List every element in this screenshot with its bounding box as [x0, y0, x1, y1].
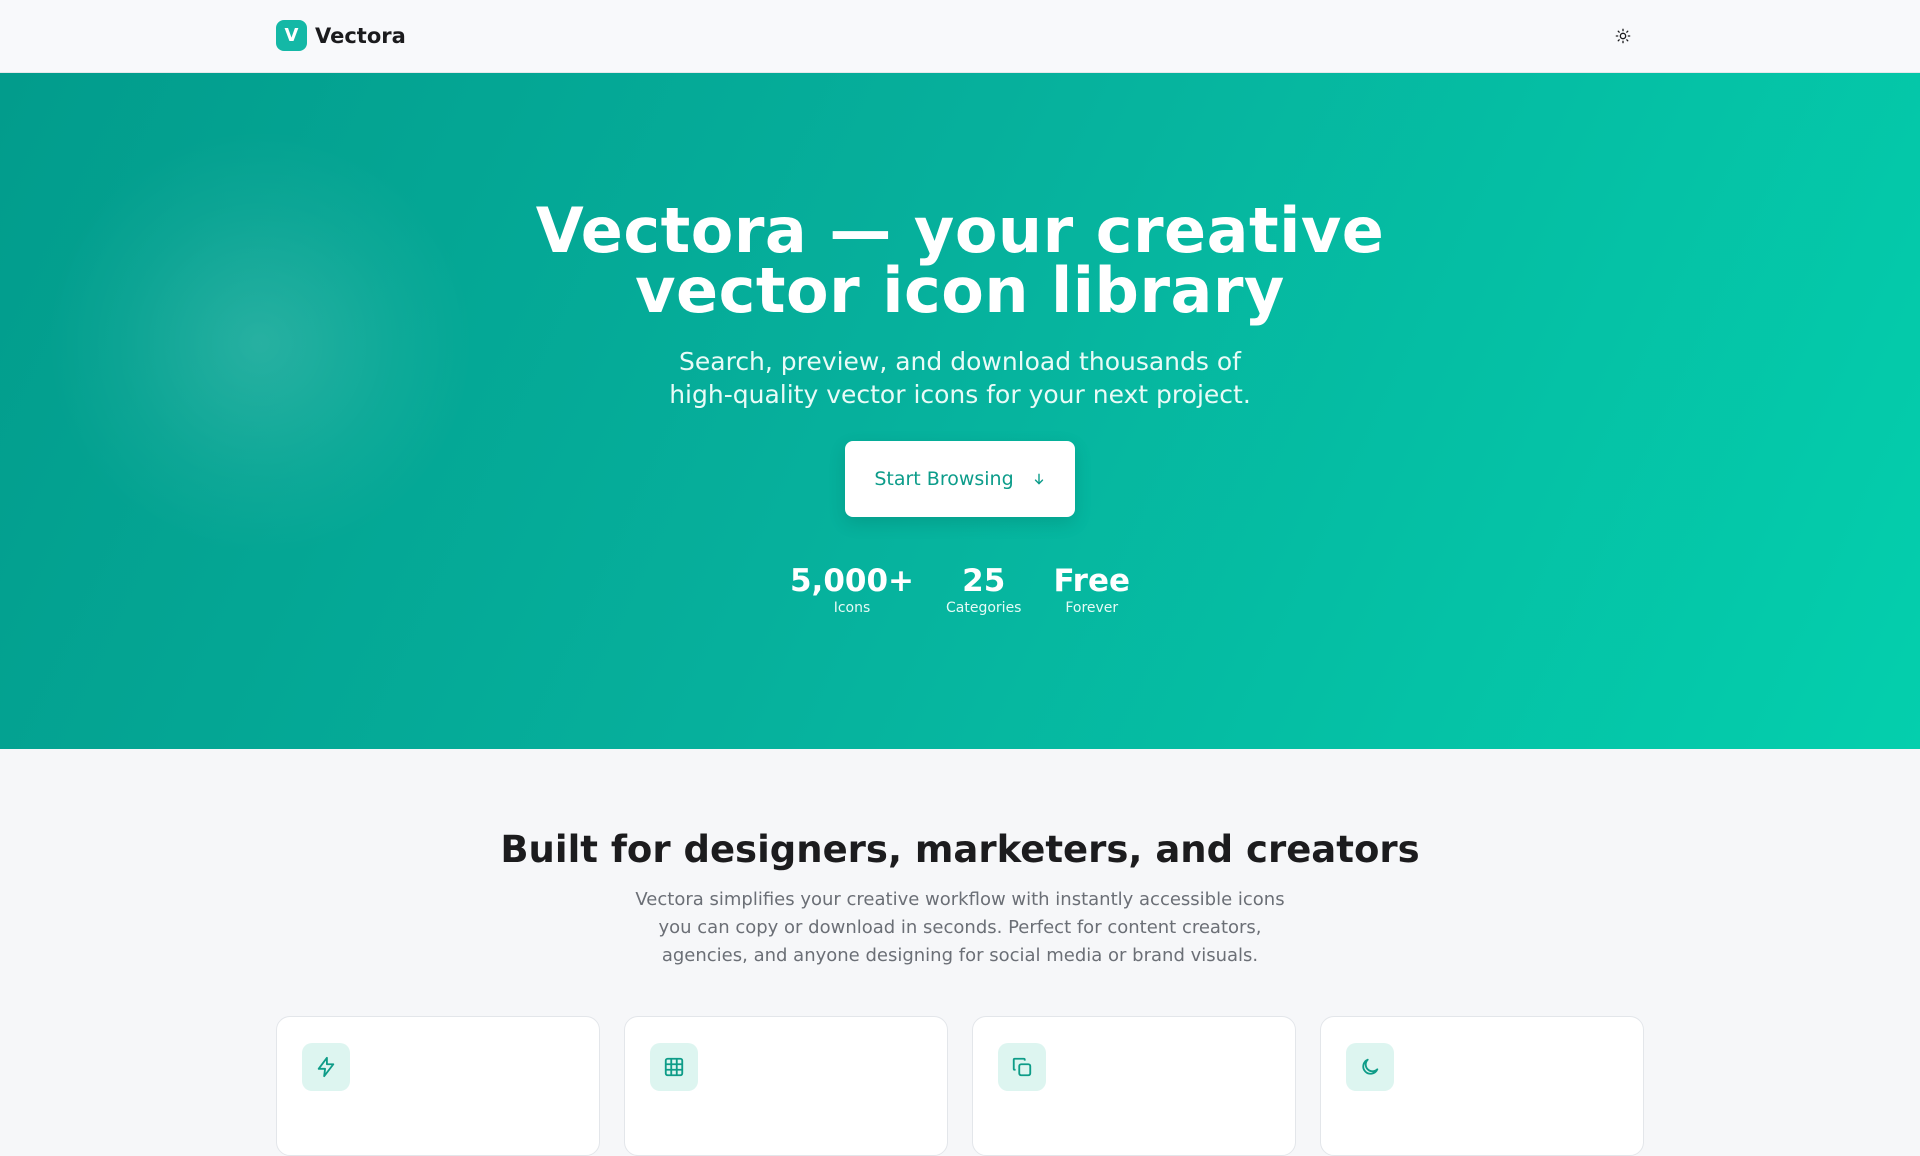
feature-card [1320, 1016, 1644, 1156]
hero-section: Vectora — your creative vector icon libr… [0, 73, 1920, 749]
hero-title: Vectora — your creative vector icon libr… [460, 200, 1460, 322]
stat-value: Free [1053, 563, 1131, 599]
feature-card [276, 1016, 600, 1156]
features-title: Built for designers, marketers, and crea… [500, 828, 1420, 871]
stat-categories: 25 Categories [946, 563, 1021, 617]
feature-card-icon-badge [650, 1043, 698, 1091]
moon-icon [1362, 1058, 1379, 1075]
stat-icons: 5,000+ Icons [790, 563, 914, 617]
stat-label: Forever [1065, 600, 1119, 616]
feature-card [624, 1016, 948, 1156]
feature-card-icon-badge [1346, 1043, 1394, 1091]
features-description: Vectora simplifies your creative workflo… [635, 889, 1285, 966]
stat-value: 25 [962, 563, 1006, 599]
copy-icon [1012, 1057, 1032, 1077]
stat-label: Icons [833, 600, 871, 616]
feature-card-icon-badge [998, 1043, 1046, 1091]
feature-card [972, 1016, 1296, 1156]
start-browsing-label: Start Browsing [874, 468, 1014, 490]
sun-icon [1615, 28, 1631, 44]
hero-title-line-2: vector icon library [635, 254, 1285, 327]
hero-subtitle: Search, preview, and download thousands … [669, 347, 1251, 409]
stat-value: 5,000+ [789, 563, 915, 599]
stat-label: Categories [946, 600, 1022, 616]
brand-mark: V [276, 20, 307, 51]
top-navbar: V Vectora [0, 0, 1920, 73]
theme-toggle-button[interactable] [1611, 24, 1635, 48]
feature-card-icon-badge [302, 1043, 350, 1091]
stat-price: Free Forever [1053, 563, 1130, 617]
brand-logo-link[interactable]: V Vectora [276, 20, 406, 51]
grid-icon [664, 1057, 684, 1077]
start-browsing-button[interactable]: Start Browsing [845, 441, 1075, 517]
hero-stats: 5,000+ Icons 25 Categories Free Forever [0, 563, 1920, 617]
arrow-down-icon [1034, 473, 1043, 485]
brand-name: Vectora [315, 23, 406, 48]
feature-cards [276, 1016, 1644, 1156]
hero-background-glow [40, 133, 480, 553]
lightning-icon [317, 1056, 335, 1078]
